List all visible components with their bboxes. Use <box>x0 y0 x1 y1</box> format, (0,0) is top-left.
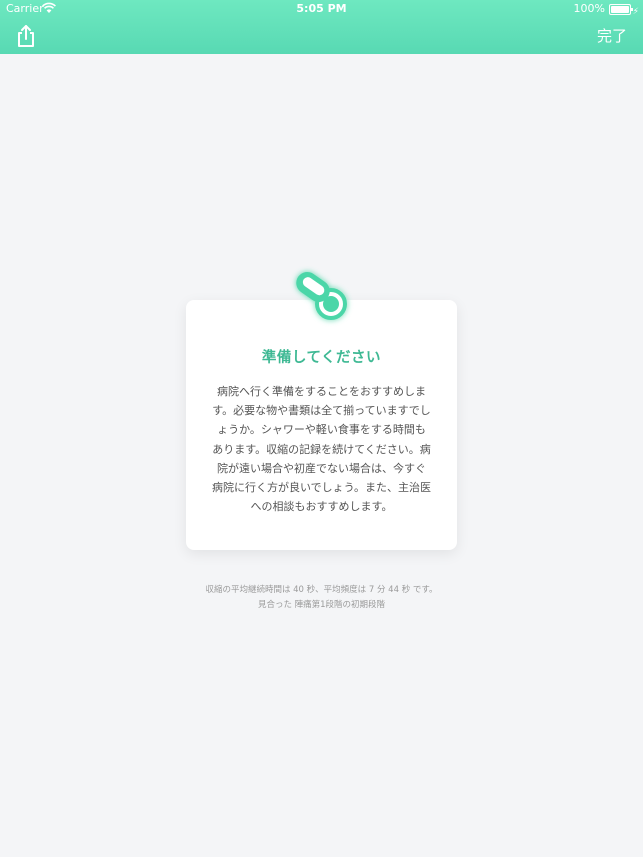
battery-icon <box>609 4 633 15</box>
header-bar: Carrier 5:05 PM 100% ⚡ 完了 <box>0 0 643 54</box>
advice-card: 準備してください 病院へ行く準備をすることをおすすめします。必要な物や書類は全て… <box>186 300 457 550</box>
charging-icon: ⚡ <box>632 7 639 17</box>
share-icon[interactable] <box>14 24 38 48</box>
clock: 5:05 PM <box>296 2 347 15</box>
stats-line-average: 収縮の平均継続時間は 40 秒、平均頻度は 7 分 44 秒 です。 <box>205 585 438 595</box>
card-title: 準備してください <box>261 350 382 366</box>
done-button[interactable]: 完了 <box>597 24 627 48</box>
battery-percent: 100% <box>573 2 605 15</box>
stats-line-stage: 見合った 陣痛第1段階の初期段階 <box>257 600 386 610</box>
contraction-stats: 収縮の平均継続時間は 40 秒、平均頻度は 7 分 44 秒 です。 見合った … <box>0 583 643 613</box>
pacifier-icon <box>296 271 347 320</box>
status-bar: Carrier 5:05 PM 100% ⚡ <box>0 0 643 18</box>
card-body: 病院へ行く準備をすることをおすすめします。必要な物や書類は全て揃っていますでしょ… <box>212 385 432 514</box>
